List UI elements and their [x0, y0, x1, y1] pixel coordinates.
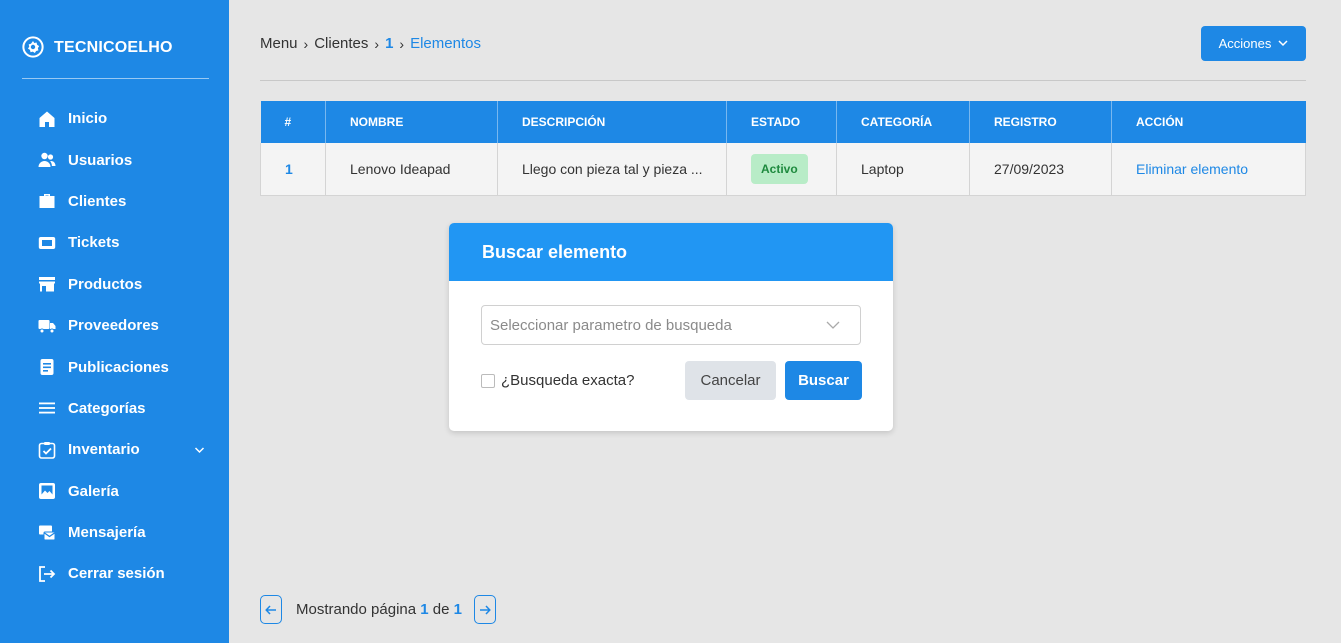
row-number: 1 — [260, 143, 326, 196]
brand-name: TECNICOELHO — [54, 39, 173, 56]
row-name: Lenovo Ideapad — [325, 143, 498, 196]
total-pages: 1 — [453, 601, 462, 618]
ticket-icon — [38, 236, 56, 249]
arrow-left-icon — [265, 604, 276, 615]
truck-icon — [38, 319, 56, 334]
breadcrumb-clients[interactable]: Clientes — [314, 35, 368, 52]
prev-page-button[interactable] — [260, 595, 282, 624]
search-parameter-select[interactable]: Seleccionar parametro de busqueda — [481, 305, 861, 345]
logout-icon — [39, 566, 56, 582]
sidebar-item-label: Inicio — [68, 110, 108, 128]
breadcrumb: Menu › Clientes › 1 › Elementos — [260, 35, 481, 52]
image-icon — [39, 483, 55, 500]
row-action: Eliminar elemento — [1111, 143, 1306, 196]
chevron-right-icon: › — [303, 35, 309, 52]
sidebar-item-productos[interactable]: Productos — [0, 264, 229, 305]
column-header: NOMBRE — [325, 101, 498, 143]
checkbox-box[interactable] — [481, 373, 495, 388]
row-status: Activo — [726, 143, 837, 196]
store-icon — [39, 277, 55, 292]
page-of: de — [432, 601, 450, 618]
sidebar-item-label: Clientes — [68, 192, 127, 210]
gear-logo-icon — [22, 36, 44, 58]
breadcrumb-client-id[interactable]: 1 — [385, 35, 393, 52]
sidebar-item-label: Tickets — [68, 234, 120, 252]
clipboard-check-icon — [38, 441, 56, 459]
sidebar-item-galeria[interactable]: Galería — [0, 471, 229, 512]
sidebar-nav: Inicio Usuarios Clientes Tickets Product… — [0, 98, 229, 595]
sidebar-item-label: Usuarios — [68, 151, 133, 169]
breadcrumb-current: Elementos — [410, 35, 481, 52]
breadcrumb-menu[interactable]: Menu — [260, 35, 298, 52]
arrow-right-icon — [479, 604, 491, 615]
column-header: DESCRIPCIÓN — [497, 101, 727, 143]
message-icon — [39, 525, 56, 541]
document-icon — [40, 359, 54, 376]
actions-label: Acciones — [1218, 36, 1272, 51]
sidebar-item-inicio[interactable]: Inicio — [0, 98, 229, 139]
brand[interactable]: TECNICOELHO — [22, 22, 209, 79]
row-date: 27/09/2023 — [969, 143, 1112, 196]
chevron-down-icon — [826, 321, 840, 329]
chevron-down-icon — [1278, 40, 1288, 47]
page-indicator: Mostrando página 1 de 1 — [296, 601, 462, 618]
actions-button[interactable]: Acciones — [1201, 26, 1306, 61]
exact-search-checkbox[interactable]: ¿Busqueda exacta? — [481, 372, 634, 389]
sidebar-item-label: Productos — [68, 275, 143, 293]
column-header: CATEGORÍA — [836, 101, 970, 143]
sidebar-item-publicaciones[interactable]: Publicaciones — [0, 346, 229, 387]
users-icon — [38, 152, 56, 168]
sidebar-item-label: Categorías — [68, 399, 146, 417]
home-icon — [39, 111, 55, 127]
delete-element-link[interactable]: Eliminar elemento — [1136, 161, 1248, 177]
sidebar-item-label: Proveedores — [68, 317, 159, 335]
sidebar-item-tickets[interactable]: Tickets — [0, 222, 229, 263]
current-page: 1 — [420, 601, 429, 618]
elements-table: # NOMBRE DESCRIPCIÓN ESTADO CATEGORÍA RE… — [260, 101, 1306, 196]
page-prefix: Mostrando página — [296, 601, 417, 618]
search-modal: Buscar elemento Seleccionar parametro de… — [449, 223, 893, 431]
chevron-right-icon: › — [399, 35, 405, 52]
column-header: ACCIÓN — [1111, 101, 1306, 143]
sidebar: TECNICOELHO Inicio Usuarios Clientes Tic… — [0, 0, 229, 643]
pagination: Mostrando página 1 de 1 — [260, 595, 496, 624]
sidebar-item-usuarios[interactable]: Usuarios — [0, 139, 229, 180]
sidebar-item-label: Galería — [68, 482, 119, 500]
briefcase-icon — [39, 194, 55, 209]
sidebar-item-mensajeria[interactable]: Mensajería — [0, 512, 229, 553]
row-description: Llego con pieza tal y pieza ... — [497, 143, 727, 196]
cancel-button[interactable]: Cancelar — [685, 361, 776, 400]
sidebar-item-label: Inventario — [68, 441, 140, 459]
column-header: # — [260, 101, 326, 143]
row-category: Laptop — [836, 143, 970, 196]
header-divider — [260, 80, 1306, 81]
search-button[interactable]: Buscar — [785, 361, 862, 400]
sidebar-item-label: Publicaciones — [68, 358, 169, 376]
table-row: 1 Lenovo Ideapad Llego con pieza tal y p… — [260, 143, 1306, 196]
chevron-right-icon: › — [374, 35, 380, 52]
list-icon — [39, 402, 55, 414]
modal-header: Buscar elemento — [449, 223, 893, 281]
select-placeholder: Seleccionar parametro de busqueda — [490, 316, 732, 334]
sidebar-item-cerrar-sesion[interactable]: Cerrar sesión — [0, 553, 229, 594]
sidebar-item-inventario[interactable]: Inventario — [0, 429, 229, 470]
sidebar-item-categorias[interactable]: Categorías — [0, 388, 229, 429]
column-header: REGISTRO — [969, 101, 1112, 143]
sidebar-item-label: Cerrar sesión — [68, 565, 165, 583]
sidebar-item-clientes[interactable]: Clientes — [0, 181, 229, 222]
chevron-down-icon — [194, 447, 205, 453]
column-header: ESTADO — [726, 101, 837, 143]
checkbox-label: ¿Busqueda exacta? — [501, 372, 635, 389]
next-page-button[interactable] — [473, 595, 496, 624]
sidebar-item-proveedores[interactable]: Proveedores — [0, 305, 229, 346]
status-badge: Activo — [751, 153, 808, 184]
table-header-row: # NOMBRE DESCRIPCIÓN ESTADO CATEGORÍA RE… — [260, 101, 1306, 143]
modal-title: Buscar elemento — [482, 241, 628, 262]
sidebar-item-label: Mensajería — [68, 524, 146, 542]
